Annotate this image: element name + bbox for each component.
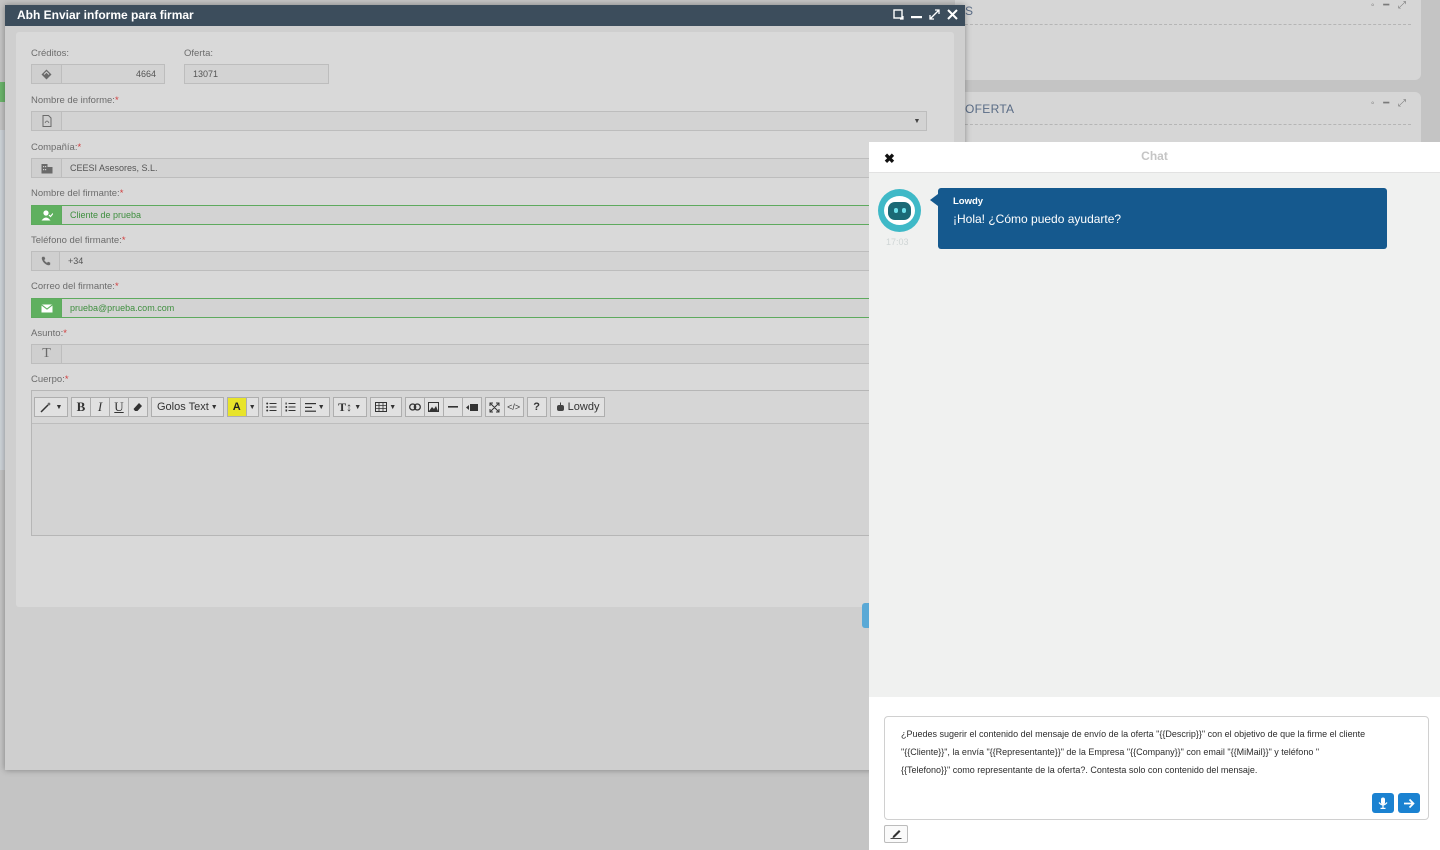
creditos-value: 4664 — [135, 69, 156, 79]
magic-wand-icon[interactable]: ▼ — [34, 397, 68, 417]
italic-icon[interactable]: I — [90, 397, 110, 417]
compania-field[interactable]: CEESI Asesores, S.L. — [31, 158, 954, 178]
pdf-file-icon — [32, 112, 62, 130]
message-text: ¡Hola! ¿Cómo puedo ayudarte? — [953, 212, 1122, 226]
firmante-telefono-value: +34 — [68, 256, 84, 266]
body-editor: ▼ B I U Golos Text ▼ A ▼ ▼ T↕ ▼ ▼ </> ? … — [31, 390, 961, 536]
code-view-icon[interactable]: </> — [503, 397, 524, 417]
chevron-down-icon[interactable]: ▼ — [245, 397, 259, 417]
background-panel-title: S — [965, 4, 974, 18]
modal-title: Abh Enviar informe para firmar — [17, 8, 194, 22]
text-icon: T — [32, 345, 62, 363]
maximize-icon[interactable] — [891, 9, 905, 22]
asunto-label: Asunto:* — [31, 328, 67, 339]
image-icon[interactable] — [423, 397, 444, 417]
fullscreen-icon[interactable] — [484, 397, 505, 417]
creditos-label: Créditos: — [31, 48, 70, 59]
coins-icon — [32, 65, 62, 83]
building-icon — [32, 159, 62, 177]
chevron-down-icon[interactable]: ▼ — [908, 112, 926, 130]
background-panel-title: OFERTA — [965, 102, 1015, 116]
firmante-nombre-field[interactable]: Cliente de prueba — [31, 205, 954, 225]
chat-panel: ✖ Chat 17:03 Lowdy ¡Hola! ¿Cómo puedo ay… — [869, 142, 1440, 850]
nombre-informe-select[interactable]: ▼ — [31, 111, 927, 131]
close-icon[interactable] — [945, 9, 959, 22]
firmante-correo-value: prueba@prueba.com.com — [70, 303, 175, 313]
nombre-informe-value — [62, 112, 908, 130]
message-time: 17:03 — [886, 237, 909, 247]
compania-label: Compañía:* — [31, 142, 82, 153]
message-sender: Lowdy — [953, 196, 984, 207]
compania-value: CEESI Asesores, S.L. — [70, 163, 158, 173]
bold-icon[interactable]: B — [71, 397, 91, 417]
highlight-color-icon[interactable]: A — [226, 397, 247, 417]
bullet-list-icon[interactable] — [261, 397, 282, 417]
robot-icon — [888, 201, 911, 220]
firmante-correo-label: Correo del firmante:* — [31, 281, 119, 292]
asunto-value — [62, 345, 954, 363]
oferta-value: 13071 — [193, 69, 219, 79]
user-icon — [32, 206, 62, 224]
phone-icon — [32, 252, 60, 270]
bot-avatar — [878, 189, 921, 232]
background-panel-top: S ◦ ━ ⤢ — [955, 0, 1421, 80]
panel-controls[interactable]: ◦ ━ ⤢ — [1371, 0, 1409, 11]
chat-input[interactable]: ¿Puedes sugerir el contenido del mensaje… — [884, 716, 1429, 820]
creditos-field: 4664 — [31, 64, 165, 84]
oferta-field: 13071 — [184, 64, 329, 84]
eraser-icon[interactable] — [128, 397, 148, 417]
editor-content-area[interactable] — [32, 424, 960, 536]
horizontal-rule-icon[interactable] — [442, 397, 463, 417]
oferta-label: Oferta: — [184, 48, 214, 59]
asunto-field[interactable]: T — [31, 344, 954, 364]
panel-controls[interactable]: ◦ ━ ⤢ — [1371, 98, 1409, 109]
chat-message-bubble: Lowdy ¡Hola! ¿Cómo puedo ayudarte? — [930, 188, 1387, 249]
lowdy-button[interactable]: Lowdy — [549, 397, 606, 417]
underline-icon[interactable]: U — [109, 397, 129, 417]
send-arrow-icon[interactable] — [1398, 793, 1420, 813]
cuerpo-label: Cuerpo:* — [31, 374, 69, 385]
link-icon[interactable] — [404, 397, 425, 417]
font-size-icon[interactable]: T↕ ▼ — [332, 397, 367, 417]
align-icon[interactable]: ▼ — [299, 397, 330, 417]
modal-form: Créditos: 4664 Oferta: 13071 Nombre de i… — [16, 32, 961, 628]
minimize-icon[interactable] — [909, 9, 923, 22]
modal-header: Abh Enviar informe para firmar — [5, 5, 965, 26]
firmante-correo-field[interactable]: prueba@prueba.com.com — [31, 298, 954, 318]
firmante-nombre-value: Cliente de prueba — [70, 210, 142, 220]
chat-footer: ¿Puedes sugerir el contenido del mensaje… — [869, 697, 1440, 850]
chat-title: Chat — [1141, 149, 1168, 163]
video-icon[interactable] — [461, 397, 482, 417]
microphone-icon[interactable] — [1372, 793, 1394, 813]
numbered-list-icon[interactable] — [280, 397, 301, 417]
firmante-telefono-label: Teléfono del firmante:* — [31, 235, 126, 246]
edit-pen-icon[interactable] — [884, 825, 908, 843]
table-icon[interactable]: ▼ — [369, 397, 402, 417]
nombre-informe-label: Nombre de informe:* — [31, 95, 119, 106]
firmante-nombre-label: Nombre del firmante:* — [31, 188, 124, 199]
editor-toolbar: ▼ B I U Golos Text ▼ A ▼ ▼ T↕ ▼ ▼ </> ? … — [32, 391, 960, 424]
firmante-telefono-field[interactable]: +34 — [31, 251, 954, 271]
help-icon[interactable]: ? — [526, 397, 547, 417]
font-family-select[interactable]: Golos Text ▼ — [151, 397, 224, 417]
chat-header: ✖ Chat — [869, 142, 1440, 173]
send-report-modal: Abh Enviar informe para firmar Créditos:… — [5, 5, 965, 770]
envelope-icon — [32, 299, 62, 317]
expand-icon[interactable] — [927, 9, 941, 22]
